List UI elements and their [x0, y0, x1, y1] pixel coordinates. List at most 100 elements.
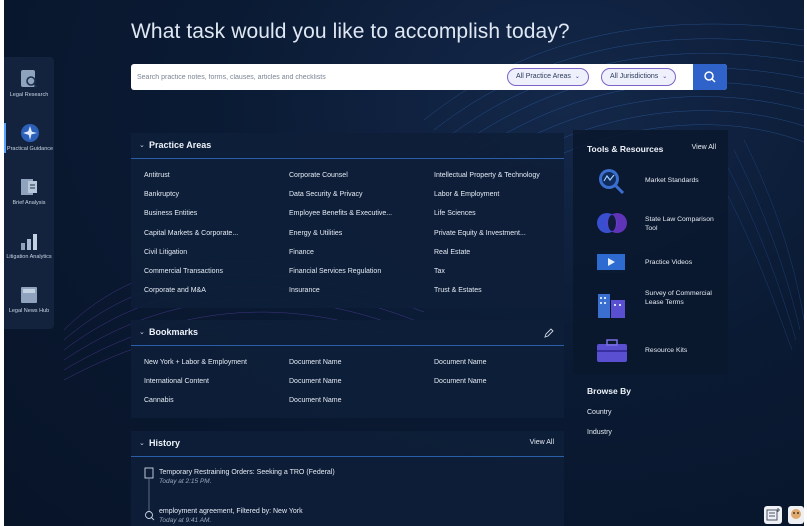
legal-news-hub-icon — [19, 285, 39, 305]
rail-item-practical-guidance[interactable]: Practical Guidance — [4, 123, 54, 153]
practice-area-link[interactable]: Capital Markets & Corporate... — [144, 230, 238, 237]
tool-practice-videos[interactable]: Practice Videos — [587, 248, 722, 278]
practice-area-link[interactable]: Real Estate — [434, 249, 470, 256]
practice-area-link[interactable]: Civil Litigation — [144, 249, 187, 256]
practice-area-link[interactable]: Finance — [289, 249, 314, 256]
search-button[interactable] — [693, 64, 727, 90]
bookmark-link[interactable]: Cannabis — [144, 397, 174, 404]
search-icon — [145, 511, 155, 521]
chevron-down-icon: ⌄ — [574, 74, 580, 80]
notes-button[interactable] — [764, 506, 782, 524]
bookmarks-panel: ⌄ Bookmarks New York + Labor & Employmen… — [131, 320, 564, 418]
search-bar: All Practice Areas⌄ All Jurisdictions⌄ — [131, 64, 727, 90]
left-nav-rail: Legal Research Practical Guidance Brief … — [4, 57, 54, 329]
history-view-all-link[interactable]: View All — [530, 439, 554, 446]
tool-label: Market Standards — [645, 177, 699, 184]
practice-area-link[interactable]: Data Security & Privacy — [289, 191, 363, 198]
bookmarks-header[interactable]: ⌄ Bookmarks — [131, 320, 564, 346]
tool-label: Resource Kits — [645, 347, 688, 354]
practice-area-link[interactable]: Business Entities — [144, 210, 197, 217]
app-window: Legal Research Practical Guidance Brief … — [4, 0, 804, 526]
tool-state-law-comparison[interactable]: State Law Comparison Tool — [587, 208, 722, 238]
chevron-down-icon: ⌄ — [139, 440, 145, 447]
rail-label-brief-analysis: Brief Analysis — [12, 200, 46, 206]
history-item[interactable]: employment agreement, Filtered by: New Y… — [159, 508, 303, 524]
practice-area-link[interactable]: Antitrust — [144, 172, 170, 179]
jurisdictions-filter-label: All Jurisdictions — [610, 73, 659, 80]
tool-resource-kits[interactable]: Resource Kits — [587, 336, 722, 366]
bookmark-link[interactable]: Document Name — [434, 359, 487, 366]
history-title: History — [149, 438, 181, 448]
rail-item-brief-analysis[interactable]: Brief Analysis — [4, 177, 54, 207]
practice-areas-header[interactable]: ⌄ Practice Areas — [131, 133, 564, 159]
market-standards-icon — [599, 169, 625, 195]
history-item-time: Today at 2:15 PM. — [159, 478, 212, 485]
practice-area-link[interactable]: Corporate Counsel — [289, 172, 348, 179]
tool-label: State Law Comparison Tool — [645, 216, 714, 232]
edit-bookmarks-button[interactable] — [544, 328, 554, 340]
practice-areas-filter-label: All Practice Areas — [516, 73, 571, 80]
practice-area-link[interactable]: Energy & Utilities — [289, 230, 342, 237]
notes-icon — [766, 508, 780, 521]
practice-area-link[interactable]: Insurance — [289, 287, 320, 294]
bookmark-link[interactable]: Document Name — [289, 397, 342, 404]
state-law-comparison-icon — [597, 213, 627, 233]
bookmark-link[interactable]: New York + Labor & Employment — [144, 359, 247, 366]
rail-label-legal-research: Legal Research — [9, 92, 49, 98]
history-item-time: Today at 9:41 AM. — [159, 517, 212, 524]
chevron-down-icon: ⌄ — [139, 329, 145, 336]
practice-areas-filter[interactable]: All Practice Areas ⌄ — [507, 68, 589, 86]
brief-analysis-icon — [19, 177, 39, 197]
bookmark-link[interactable]: International Content — [144, 378, 209, 385]
rail-item-legal-research[interactable]: Legal Research — [4, 69, 54, 99]
practice-area-link[interactable]: Trust & Estates — [434, 287, 482, 294]
practice-area-link[interactable]: Commercial Transactions — [144, 268, 223, 275]
tools-resources-title: Tools & Resources — [587, 144, 664, 154]
bookmarks-title: Bookmarks — [149, 327, 199, 337]
practice-area-link[interactable]: Life Sciences — [434, 210, 476, 217]
browse-by-title: Browse By — [587, 386, 631, 396]
bookmark-link[interactable]: Document Name — [434, 378, 487, 385]
practice-areas-title: Practice Areas — [149, 140, 212, 150]
practice-area-link[interactable]: Bankruptcy — [144, 191, 179, 198]
rail-label-litigation-analytics: Litigation Analytics — [6, 254, 52, 260]
tools-view-all-link[interactable]: View All — [692, 144, 716, 151]
page-headline: What task would you like to accomplish t… — [131, 20, 570, 43]
practice-area-link[interactable]: Private Equity & Investment... — [434, 230, 526, 237]
rail-item-legal-news-hub[interactable]: Legal News Hub — [4, 285, 54, 315]
practice-areas-panel: ⌄ Practice Areas Antitrust Bankruptcy Busi… — [131, 133, 564, 308]
tool-market-standards[interactable]: Market Standards — [587, 166, 722, 196]
bookmark-link[interactable]: Document Name — [289, 378, 342, 385]
practice-area-link[interactable]: Employee Benefits & Executive... — [289, 210, 392, 217]
tools-resources-panel: Tools & Resources View All Market Standa… — [573, 130, 728, 374]
document-icon — [144, 467, 154, 479]
commercial-lease-survey-icon — [598, 294, 625, 318]
browse-link-country[interactable]: Country — [587, 409, 612, 416]
browse-link-industry[interactable]: Industry — [587, 429, 612, 436]
tool-label: Survey of Commercial Lease Terms — [645, 290, 712, 306]
bookmark-link[interactable]: Document Name — [289, 359, 342, 366]
practice-area-link[interactable]: Labor & Employment — [434, 191, 499, 198]
history-timeline — [144, 467, 155, 521]
tool-label: Practice Videos — [645, 259, 693, 266]
search-icon — [704, 71, 716, 83]
assistant-button[interactable] — [788, 506, 804, 524]
practice-area-link[interactable]: Financial Services Regulation — [289, 268, 381, 275]
history-item[interactable]: Temporary Restraining Orders: Seeking a … — [159, 469, 335, 485]
chevron-down-icon: ⌄ — [139, 142, 145, 149]
assistant-avatar-icon — [791, 509, 801, 519]
pencil-icon — [544, 328, 554, 338]
search-input[interactable] — [137, 64, 497, 90]
jurisdictions-filter[interactable]: All Jurisdictions ⌄ — [601, 68, 677, 86]
practice-area-link[interactable]: Intellectual Property & Technology — [434, 172, 540, 179]
tool-commercial-lease-survey[interactable]: Survey of Commercial Lease Terms — [587, 290, 722, 320]
resource-kits-icon — [597, 339, 627, 362]
practical-guidance-icon — [20, 123, 40, 143]
history-item-title: employment agreement, Filtered by: New Y… — [159, 508, 303, 515]
rail-item-litigation-analytics[interactable]: Litigation Analytics — [4, 231, 54, 261]
history-header[interactable]: ⌄ History View All — [131, 431, 564, 457]
legal-research-icon — [19, 69, 39, 89]
practice-area-link[interactable]: Corporate and M&A — [144, 287, 206, 294]
practice-area-link[interactable]: Tax — [434, 268, 445, 275]
chevron-down-icon: ⌄ — [662, 74, 668, 80]
